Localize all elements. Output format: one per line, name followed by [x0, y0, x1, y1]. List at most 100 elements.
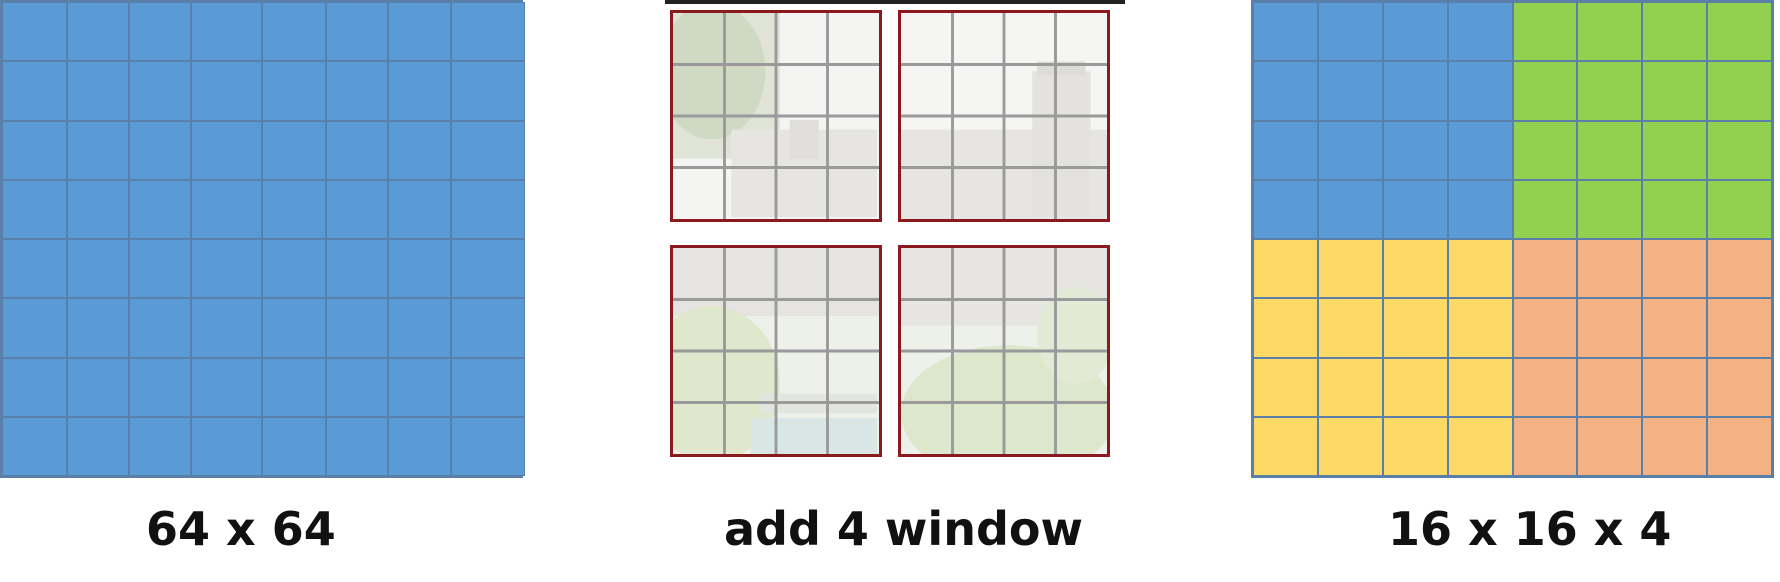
grid-cell-bottom-right	[1642, 357, 1708, 417]
grid-cell-top-left	[1253, 2, 1318, 62]
grid-cell-top-right	[1512, 120, 1578, 180]
grid-cell-top-left	[1317, 2, 1383, 62]
grid-cell	[67, 239, 129, 299]
window-top-right-scene	[901, 13, 1107, 219]
grid-cell-bottom-right	[1642, 298, 1708, 358]
grid-cell	[191, 120, 262, 180]
caption-right: 16 x 16 x 4	[1388, 502, 1672, 556]
grid-cell-bottom-right	[1707, 416, 1772, 476]
grid-cell-top-right	[1512, 2, 1578, 62]
grid-cell-top-right	[1577, 179, 1643, 239]
window-top-left	[670, 10, 882, 222]
grid-cell-bottom-left	[1447, 357, 1513, 417]
grid-cell	[191, 2, 262, 62]
grid-cell	[2, 298, 67, 358]
grid-cell-top-right	[1707, 2, 1772, 62]
grid-cell-top-left	[1317, 61, 1383, 121]
grid-cell-bottom-right	[1512, 239, 1578, 299]
grid-cell	[388, 61, 451, 121]
grid-cell-top-left	[1253, 120, 1318, 180]
grid-cell-bottom-right	[1642, 239, 1708, 299]
grid-cell	[67, 61, 129, 121]
grid-cell-bottom-left	[1317, 239, 1383, 299]
grid-cell	[451, 239, 525, 299]
grid-cell-top-right	[1642, 2, 1708, 62]
window-bottom-right-scene	[901, 248, 1107, 454]
grid-cell	[191, 357, 262, 417]
grid-cell-top-left	[1253, 61, 1318, 121]
grid-cell	[67, 298, 129, 358]
grid-cell-top-right	[1577, 61, 1643, 121]
grid-cell-bottom-right	[1707, 298, 1772, 358]
grid-cell-bottom-left	[1317, 298, 1383, 358]
window-top-left-scene	[673, 13, 879, 219]
grid-cell-bottom-right	[1577, 298, 1643, 358]
grid-cell	[67, 179, 129, 239]
grid-cell	[191, 298, 262, 358]
grid-cell-bottom-left	[1382, 239, 1448, 299]
grid-cell	[388, 298, 451, 358]
grid-cell-bottom-right	[1642, 416, 1708, 476]
grid-cell-top-left	[1447, 179, 1513, 239]
grid-cell	[129, 2, 191, 62]
grid-cell-top-left	[1382, 2, 1448, 62]
grid-cell-top-right	[1642, 61, 1708, 121]
clipped-title-remnant	[665, 0, 1125, 4]
window-bottom-left-scene	[673, 248, 879, 454]
grid-cell-bottom-right	[1707, 239, 1772, 299]
grid-cell	[67, 2, 129, 62]
grid-cell	[451, 416, 525, 476]
caption-left: 64 x 64	[146, 502, 336, 556]
grid-cell-bottom-left	[1253, 298, 1318, 358]
grid-cell	[451, 61, 525, 121]
grid-cell-bottom-left	[1317, 416, 1383, 476]
right-grid-16x16x4	[1251, 0, 1774, 478]
grid-cell	[326, 239, 388, 299]
grid-cell-bottom-right	[1707, 357, 1772, 417]
grid-cell	[129, 357, 191, 417]
grid-cell	[388, 357, 451, 417]
grid-cell	[451, 357, 525, 417]
grid-cell-bottom-left	[1253, 416, 1318, 476]
grid-cell	[191, 179, 262, 239]
grid-cell-top-left	[1382, 61, 1448, 121]
grid-cell	[2, 239, 67, 299]
grid-cell	[129, 179, 191, 239]
grid-cell	[326, 357, 388, 417]
grid-cell	[2, 2, 67, 62]
grid-cell	[67, 357, 129, 417]
grid-cell-bottom-left	[1382, 357, 1448, 417]
grid-cell-bottom-right	[1577, 416, 1643, 476]
grid-cell-bottom-right	[1512, 416, 1578, 476]
grid-cell-top-left	[1382, 120, 1448, 180]
grid-cell	[262, 298, 326, 358]
grid-cell	[262, 357, 326, 417]
grid-cell	[2, 61, 67, 121]
grid-cell	[191, 61, 262, 121]
grid-cell-bottom-right	[1577, 357, 1643, 417]
grid-cell-bottom-left	[1382, 298, 1448, 358]
grid-cell	[326, 120, 388, 180]
grid-cell	[388, 416, 451, 476]
grid-cell	[191, 239, 262, 299]
grid-cell-top-right	[1512, 179, 1578, 239]
grid-cell-top-right	[1707, 179, 1772, 239]
grid-cell-top-right	[1707, 120, 1772, 180]
grid-cell-top-left	[1447, 2, 1513, 62]
grid-cell	[2, 357, 67, 417]
grid-cell-bottom-left	[1447, 416, 1513, 476]
grid-cell	[191, 416, 262, 476]
caption-middle: add 4 window	[724, 502, 1083, 556]
grid-cell-top-right	[1512, 61, 1578, 121]
grid-cell	[388, 239, 451, 299]
grid-cell	[326, 416, 388, 476]
grid-cell-bottom-left	[1253, 239, 1318, 299]
grid-cell	[67, 120, 129, 180]
grid-cell-bottom-right	[1512, 298, 1578, 358]
grid-cell-top-right	[1642, 179, 1708, 239]
grid-cell	[129, 120, 191, 180]
grid-cell-bottom-right	[1512, 357, 1578, 417]
grid-cell	[451, 2, 525, 62]
grid-cell-top-left	[1447, 61, 1513, 121]
grid-cell	[129, 61, 191, 121]
